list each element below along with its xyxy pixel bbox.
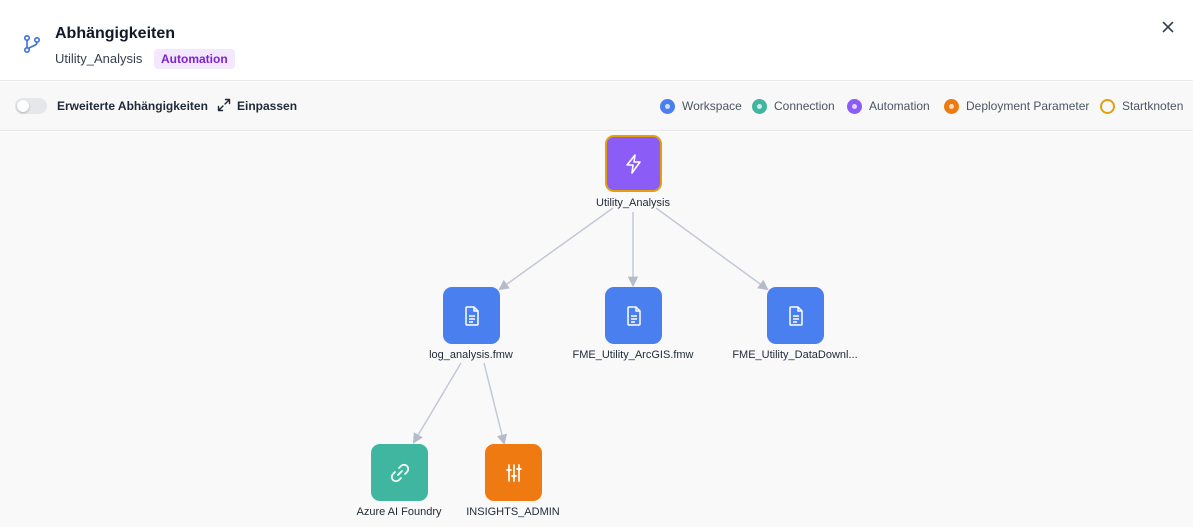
node-insights-admin[interactable] [485, 444, 542, 501]
toggle-knob [17, 100, 29, 112]
legend-dot-start-node [1100, 99, 1115, 114]
extended-dependencies-toggle[interactable] [15, 98, 47, 114]
node-fme-utility-arcgis[interactable] [605, 287, 662, 344]
legend-label: Workspace [682, 99, 742, 113]
node-label: FME_Utility_ArcGIS.fmw [572, 349, 694, 361]
node-label: Utility_Analysis [596, 197, 670, 209]
sliders-icon [505, 463, 522, 482]
node-label: FME_Utility_DataDownl... [732, 349, 858, 361]
legend-dot-workspace [660, 99, 675, 114]
edge [498, 207, 614, 291]
graph-edges [412, 207, 769, 446]
type-badge: Automation [154, 49, 235, 69]
node-log-analysis[interactable] [443, 287, 500, 344]
document-icon [788, 305, 803, 326]
link-icon [390, 463, 409, 482]
legend-dot-connection [752, 99, 767, 114]
toolbar: Erweiterte Abhängigkeiten Einpassen Work… [0, 82, 1193, 131]
graph-canvas[interactable]: Utility_Analysis log_analysis.fmw FME_Ut… [0, 132, 1193, 527]
node-label: log_analysis.fmw [429, 349, 513, 361]
toggle-label: Erweiterte Abhängigkeiten [57, 99, 208, 113]
document-icon [626, 305, 641, 326]
node-label: INSIGHTS_ADMIN [466, 506, 560, 518]
close-icon[interactable] [1159, 18, 1177, 36]
edge [483, 362, 508, 446]
edge [412, 362, 462, 444]
legend-label: Startknoten [1122, 99, 1184, 113]
legend-dot-automation [847, 99, 862, 114]
document-icon [464, 305, 479, 326]
legend-label: Deployment Parameter [966, 99, 1090, 113]
fit-label: Einpassen [237, 99, 298, 113]
dialog-title: Abhängigkeiten [55, 25, 176, 42]
legend-dot-deployment-parameter [944, 99, 959, 114]
node-utility-analysis[interactable] [605, 135, 662, 192]
lightning-icon [625, 153, 641, 174]
expand-icon [217, 98, 231, 112]
legend-label: Connection [774, 99, 835, 113]
node-fme-utility-datadownload[interactable] [767, 287, 824, 344]
dialog-header: Abhängigkeiten Utility_Analysis Automati… [0, 0, 1193, 81]
dialog-subtitle: Utility_Analysis [55, 51, 143, 66]
node-azure-ai-foundry[interactable] [371, 444, 428, 501]
git-branch-icon [23, 34, 41, 54]
edge [655, 207, 769, 291]
legend-label: Automation [869, 99, 930, 113]
